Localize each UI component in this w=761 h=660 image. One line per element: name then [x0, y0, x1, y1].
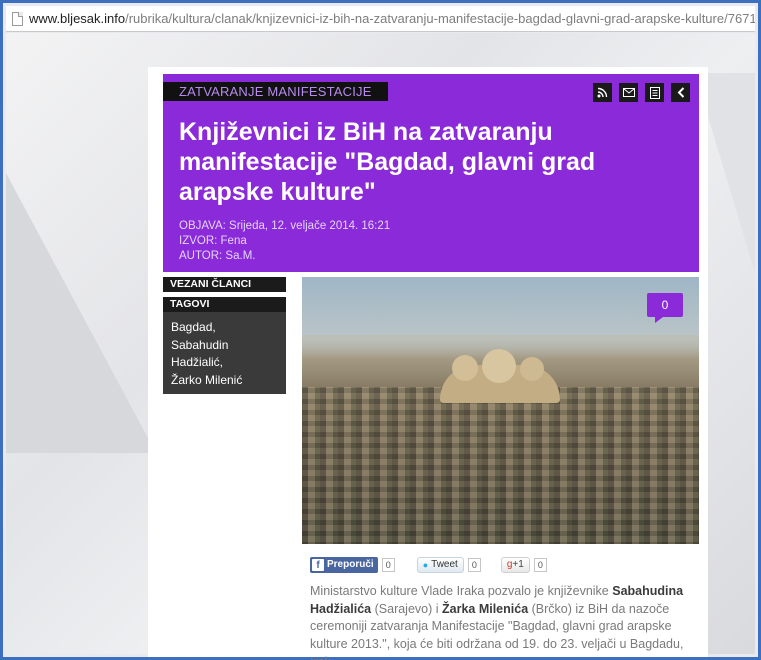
- published-date: OBJAVA: Srijeda, 12. veljače 2014. 16:21: [179, 220, 391, 232]
- tag-link[interactable]: Sabahudin Hadžialić,: [171, 337, 278, 372]
- photo-dome: [452, 355, 478, 381]
- body-text: Ministarstvo kulture Vlade Iraka pozvalo…: [310, 584, 613, 598]
- photo-dome: [482, 349, 516, 383]
- article-meta: OBJAVA: Srijeda, 12. veljače 2014. 16:21…: [179, 219, 390, 264]
- tag-link[interactable]: Bagdad,: [171, 319, 278, 337]
- facebook-label: Preporuči: [327, 559, 374, 570]
- back-icon[interactable]: [671, 83, 690, 102]
- body-text: (Sarajevo) i: [371, 601, 442, 616]
- author-name: Žarka Milenića: [442, 601, 529, 616]
- gplus-button[interactable]: g+1: [500, 557, 530, 573]
- share-bar: f Preporuči 0 ● Tweet 0 g+1 0: [310, 557, 547, 573]
- tags-heading: TAGOVI: [163, 297, 286, 312]
- article-tools: [593, 83, 690, 102]
- rss-icon[interactable]: [593, 83, 612, 102]
- photo-dome: [520, 357, 544, 381]
- article-author: AUTOR: Sa.M.: [179, 250, 256, 262]
- background-shape: [6, 173, 156, 453]
- mail-icon[interactable]: [619, 83, 638, 102]
- print-icon[interactable]: [645, 83, 664, 102]
- page-icon: [12, 11, 23, 26]
- tags-list: Bagdad, Sabahudin Hadžialić, Žarko Milen…: [163, 312, 286, 394]
- article-title: Književnici iz BiH na zatvaranju manifes…: [179, 118, 596, 206]
- article-source: IZVOR: Fena: [179, 235, 247, 247]
- article-photo[interactable]: 0: [302, 277, 699, 544]
- category-label[interactable]: ZATVARANJE MANIFESTACIJE: [163, 82, 388, 101]
- article-body: Ministarstvo kulture Vlade Iraka pozvalo…: [310, 583, 698, 660]
- gplus-label: +1: [512, 559, 524, 570]
- related-articles-heading[interactable]: VEZANI ČLANCI: [163, 277, 286, 292]
- tag-link[interactable]: Žarko Milenić: [171, 372, 278, 390]
- gplus-count: 0: [533, 558, 547, 572]
- tweet-label: Tweet: [431, 559, 458, 570]
- photo-city: [302, 387, 699, 544]
- twitter-count: 0: [467, 558, 481, 572]
- facebook-count: 0: [381, 558, 395, 572]
- facebook-recommend-button[interactable]: f Preporuči: [310, 557, 378, 573]
- twitter-bird-icon: ●: [422, 560, 429, 570]
- url-host: www.bljesak.info: [29, 11, 126, 26]
- comment-count-badge[interactable]: 0: [647, 293, 683, 323]
- address-bar[interactable]: www.bljesak.info/rubrika/kultura/clanak/…: [6, 6, 755, 32]
- facebook-icon: f: [312, 559, 324, 571]
- url-path: /rubrika/kultura/clanak/knjizevnici-iz-b…: [125, 11, 755, 26]
- article-header: ZATVARANJE MANIFESTACIJE Književnici iz …: [163, 74, 699, 272]
- tweet-button[interactable]: ● Tweet: [416, 557, 464, 573]
- sidebar: VEZANI ČLANCI TAGOVI Bagdad, Sabahudin H…: [163, 277, 286, 394]
- article-container: ZATVARANJE MANIFESTACIJE Književnici iz …: [148, 67, 708, 660]
